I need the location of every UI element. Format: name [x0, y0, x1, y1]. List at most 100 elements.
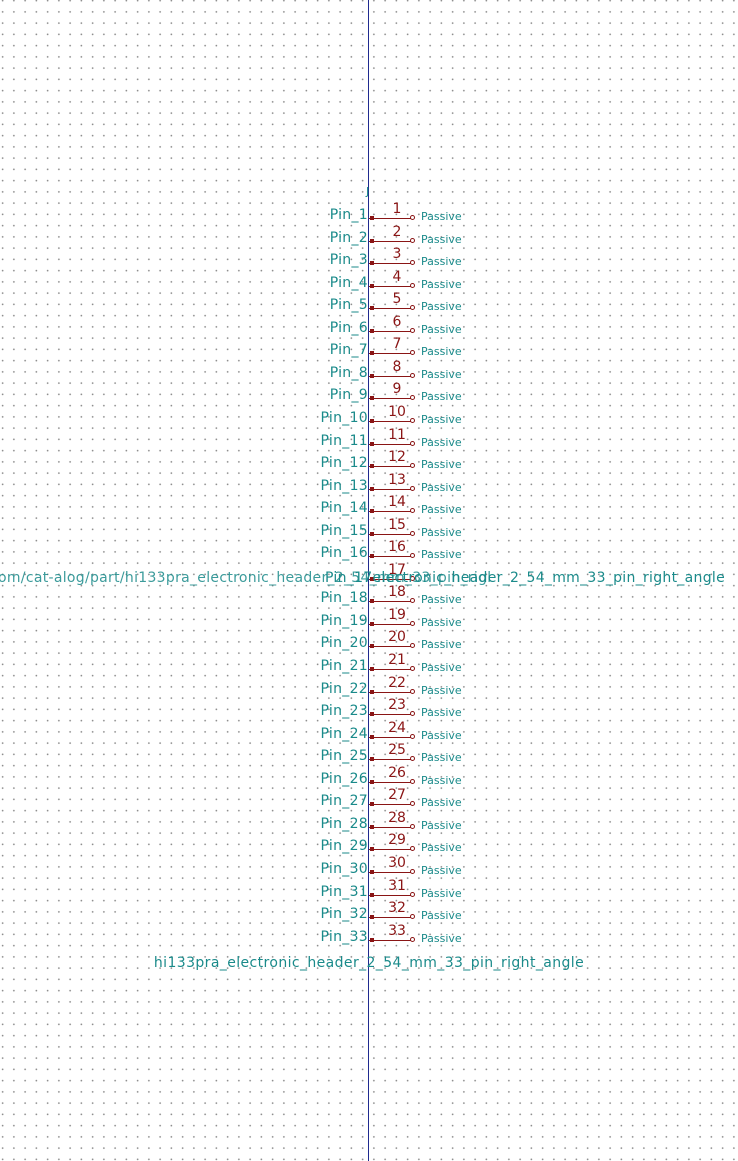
pin-20[interactable]: Pin_20 20 Passive	[0, 629, 738, 655]
pin-29[interactable]: Pin_29 29 Passive	[0, 832, 738, 858]
footprint-field-text[interactable]: Pin_17electronic_header_2_54_mm_33_pin_r…	[325, 570, 738, 586]
pin-connection-point-icon[interactable]	[410, 868, 415, 874]
pin-11[interactable]: Pin_11 11 Passive	[0, 427, 738, 453]
pin-line[interactable]	[369, 759, 411, 761]
pin-connection-point-icon[interactable]	[410, 666, 415, 671]
pin-line[interactable]	[369, 939, 411, 941]
pin-line[interactable]	[369, 308, 411, 310]
pin-connection-point-icon[interactable]	[410, 372, 415, 378]
pin-line[interactable]	[369, 330, 411, 332]
pin-line[interactable]	[369, 533, 411, 535]
pin-line[interactable]	[369, 781, 411, 783]
pin-connection-point-icon[interactable]	[410, 823, 415, 829]
pin-28[interactable]: Pin_28 28 Passive	[0, 810, 738, 836]
pin-line[interactable]	[369, 804, 411, 806]
pin-32[interactable]: Pin_32 32 Passive	[0, 900, 738, 926]
pin-line[interactable]	[369, 218, 411, 219]
pin-connection-point-icon[interactable]	[410, 620, 415, 626]
schematic-canvas[interactable]: J Pin_1 1 Passive Pin_2 2 Passive Pin_3 3 Passiv…	[0, 0, 738, 1161]
pin-connection-point-icon[interactable]	[410, 553, 415, 559]
pin-connection-point-icon[interactable]	[410, 463, 415, 469]
pin-line[interactable]	[369, 511, 411, 513]
pin-line[interactable]	[369, 263, 411, 265]
pin-line[interactable]	[369, 353, 411, 355]
pin-line[interactable]	[369, 894, 411, 896]
pin-connection-point-icon[interactable]	[410, 350, 415, 356]
pin-33[interactable]: Pin_33 33 Passive	[0, 923, 738, 949]
pin-connection-point-icon[interactable]	[410, 530, 415, 536]
pin-connection-point-icon[interactable]	[410, 598, 415, 604]
pin-line[interactable]	[369, 375, 411, 377]
pin-connection-point-icon[interactable]	[410, 778, 415, 784]
pin-line[interactable]	[369, 871, 411, 873]
pin-10[interactable]: Pin_10 10 Passive	[0, 404, 738, 430]
pin-22[interactable]: Pin_22 22 Passive	[0, 675, 738, 701]
pin-connection-point-icon[interactable]	[410, 237, 415, 243]
pin-13[interactable]: Pin_13 13 Passive	[0, 472, 738, 498]
pin-25[interactable]: Pin_25 25 Passive	[0, 742, 738, 768]
symbol-value[interactable]: hi133pra_electronic_header_2_54_mm_33_pi…	[0, 955, 738, 971]
pin-line[interactable]	[369, 466, 411, 468]
pin-line[interactable]	[369, 556, 411, 558]
pin-5[interactable]: Pin_5 5 Passive	[0, 291, 738, 317]
pin-9[interactable]: Pin_9 9 Passive	[0, 381, 738, 407]
pin-7[interactable]: Pin_7 7 Passive	[0, 336, 738, 362]
pin-8[interactable]: Pin_8 8 Passive	[0, 359, 738, 385]
pin-line[interactable]	[369, 601, 411, 603]
symbol-reference[interactable]: J	[366, 186, 369, 198]
pin-connection-point-icon[interactable]	[410, 417, 415, 423]
pin-line[interactable]	[369, 488, 411, 490]
pin-line[interactable]	[369, 398, 411, 400]
pin-line[interactable]	[369, 240, 411, 242]
pin-line[interactable]	[369, 691, 411, 693]
pin-16[interactable]: Pin_16 16 Passive	[0, 539, 738, 565]
pin-line[interactable]	[369, 669, 411, 670]
pin-line[interactable]	[369, 849, 411, 851]
pin-line[interactable]	[369, 646, 411, 648]
pin-12[interactable]: Pin_12 12 Passive	[0, 449, 738, 475]
pin-6[interactable]: Pin_6 6 Passive	[0, 314, 738, 340]
pin-connection-point-icon[interactable]	[410, 891, 415, 897]
pin-19[interactable]: Pin_19 19 Passive	[0, 607, 738, 633]
pin-line[interactable]	[369, 917, 411, 919]
pin-line[interactable]	[369, 285, 411, 287]
pin-connection-point-icon[interactable]	[410, 395, 415, 401]
pin-24[interactable]: Pin_24 24 Passive	[0, 720, 738, 746]
pin-connection-point-icon[interactable]	[410, 643, 415, 649]
pin-26[interactable]: Pin_26 26 Passive	[0, 765, 738, 791]
pin-line[interactable]	[369, 826, 411, 828]
pin-connection-point-icon[interactable]	[410, 485, 415, 491]
pin-connection-point-icon[interactable]	[410, 508, 415, 514]
pin-14[interactable]: Pin_14 14 Passive	[0, 494, 738, 520]
pin-connection-point-icon[interactable]	[410, 215, 415, 220]
pin-connection-point-icon[interactable]	[410, 733, 415, 739]
pin-connection-point-icon[interactable]	[410, 305, 415, 311]
pin-connection-point-icon[interactable]	[410, 327, 415, 333]
pin-2[interactable]: Pin_2 2 Passive	[0, 224, 738, 250]
pin-line[interactable]	[369, 714, 411, 716]
pin-line[interactable]	[369, 736, 411, 738]
pin-connection-point-icon[interactable]	[410, 711, 415, 717]
pin-line[interactable]	[369, 623, 411, 625]
pin-connection-point-icon[interactable]	[410, 756, 415, 762]
pin-15[interactable]: Pin_15 15 Passive	[0, 517, 738, 543]
pin-line[interactable]	[369, 443, 411, 445]
pin-27[interactable]: Pin_27 27 Passive	[0, 787, 738, 813]
pin-4[interactable]: Pin_4 4 Passive	[0, 269, 738, 295]
pin-23[interactable]: Pin_23 23 Passive	[0, 697, 738, 723]
pin-3[interactable]: Pin_3 3 Passive	[0, 246, 738, 272]
pin-21[interactable]: Pin_21 21 Passive	[0, 652, 738, 678]
pin-connection-point-icon[interactable]	[410, 936, 415, 942]
pin-30[interactable]: Pin_30 30 Passive	[0, 855, 738, 881]
pin-connection-point-icon[interactable]	[410, 801, 415, 807]
pin-connection-point-icon[interactable]	[410, 282, 415, 288]
pin-line[interactable]	[369, 420, 411, 422]
pin-connection-point-icon[interactable]	[410, 846, 415, 852]
pin-connection-point-icon[interactable]	[410, 688, 415, 694]
pin-31[interactable]: Pin_31 31 Passive	[0, 878, 738, 904]
pin-connection-point-icon[interactable]	[410, 440, 415, 446]
pin-18[interactable]: Pin_18 18 Passive	[0, 584, 738, 610]
pin-connection-point-icon[interactable]	[410, 260, 415, 266]
pin-1[interactable]: Pin_1 1 Passive	[0, 201, 738, 227]
pin-connection-point-icon[interactable]	[410, 914, 415, 920]
